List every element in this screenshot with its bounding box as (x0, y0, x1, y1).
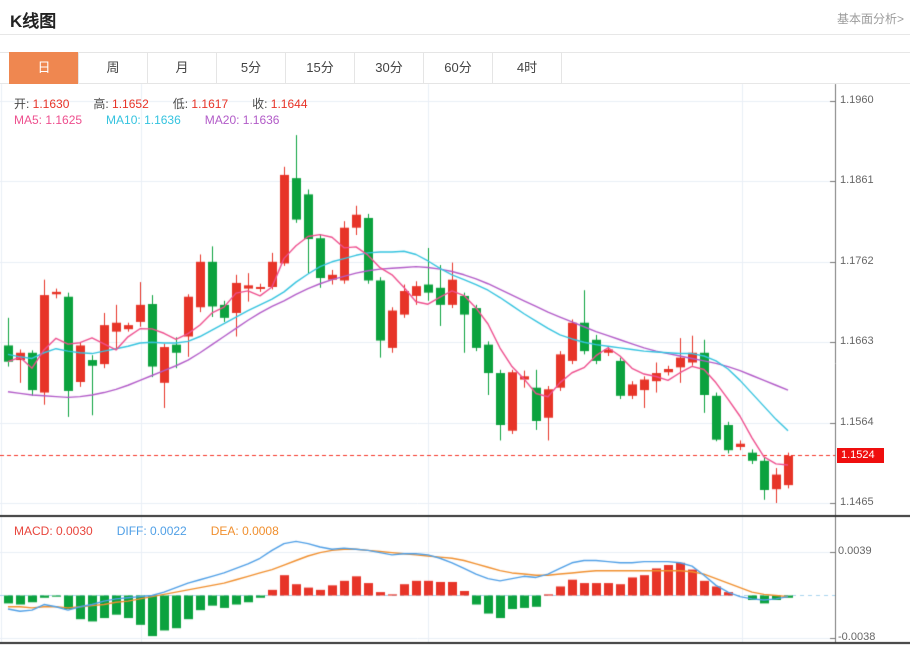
current-price-badge: 1.1524 (837, 448, 884, 464)
legend-open: 开: 1.1630 (14, 97, 70, 111)
tab-day[interactable]: 日 (9, 52, 79, 84)
price-axis-label: 1.1861 (840, 174, 874, 187)
tab-5min[interactable]: 5分 (216, 52, 286, 84)
legend-macd: MACD: 0.0030 (14, 524, 93, 538)
legend-ma10: MA10: 1.1636 (106, 113, 181, 127)
legend-ma5: MA5: 1.1625 (14, 113, 83, 127)
price-axis-label: 1.1762 (840, 254, 874, 267)
legend-diff: DIFF: 0.0022 (116, 524, 187, 538)
tab-15min[interactable]: 15分 (285, 52, 355, 84)
tab-4hour[interactable]: 4时 (492, 52, 562, 84)
macd-legend: MACD: 0.0030 DIFF: 0.0022 DEA: 0.0008 (14, 524, 303, 538)
price-axis-label: 1.1960 (840, 94, 874, 106)
period-tabs: 日周月 5分 15分 30分 60分 4时 (9, 52, 562, 84)
tab-month[interactable]: 月 (147, 52, 217, 84)
legend-low: 低: 1.1617 (172, 97, 229, 111)
macd-axis-label: 0.0039 (838, 544, 872, 557)
ma-legend: MA5: 1.1625 MA10: 1.1636 MA20: 1.1636 (14, 113, 303, 127)
header-divider (0, 34, 910, 35)
fundamental-analysis-link[interactable]: 基本面分析> (837, 10, 904, 27)
legend-ma20: MA20: 1.1636 (204, 113, 280, 127)
price-axis-label: 1.1564 (840, 415, 874, 428)
legend-high: 高: 1.1652 (93, 97, 149, 111)
macd-axis-label: -0.0038 (838, 631, 876, 644)
price-axis-label: 1.1663 (840, 335, 874, 348)
page-title: K线图 (10, 12, 57, 31)
kline-widget: K线图 基本面分析> 日周月 5分 15分 30分 60分 4时 开: 1.1630 高: … (0, 0, 910, 647)
ohlc-legend: 开: 1.1630 高: 1.1652 低: 1.1617 收: 1.1644 (14, 95, 332, 112)
tab-week[interactable]: 周 (78, 52, 148, 84)
tab-60min[interactable]: 60分 (423, 52, 493, 84)
legend-close: 收: 1.1644 (252, 97, 308, 111)
price-axis-label: 1.1465 (840, 496, 874, 508)
legend-dea: DEA: 0.0008 (210, 524, 279, 538)
tab-30min[interactable]: 30分 (354, 52, 424, 84)
